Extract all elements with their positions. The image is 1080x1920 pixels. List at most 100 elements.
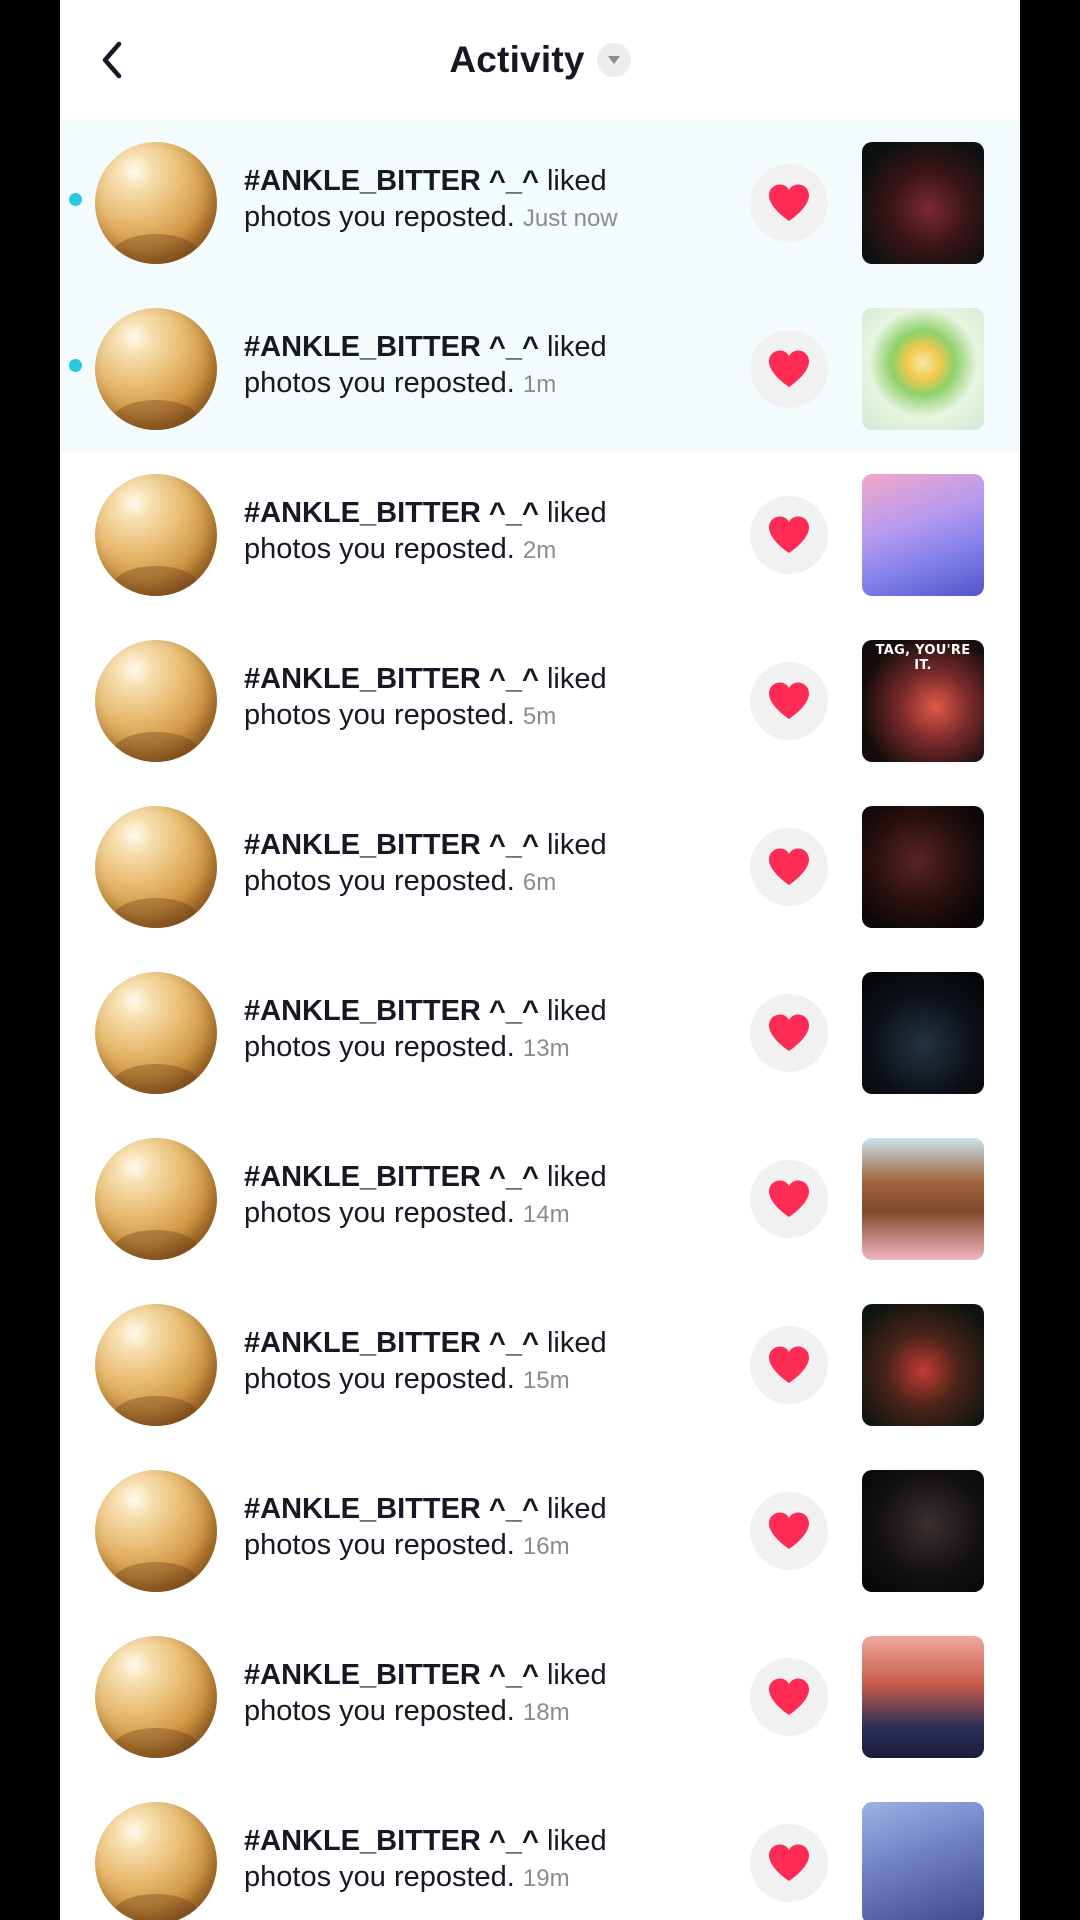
activity-screen: Activity #ANKLE_BITTER ^_^ liked photos …: [60, 0, 1020, 1920]
post-thumbnail[interactable]: [862, 806, 984, 928]
action-text: liked: [546, 829, 607, 861]
activity-filter-dropdown[interactable]: Activity: [449, 39, 631, 81]
message-text: photos you reposted.: [244, 865, 515, 897]
caret-down-icon: [596, 43, 631, 77]
like-button[interactable]: [750, 1658, 828, 1736]
timestamp: Just now: [522, 205, 618, 232]
post-thumbnail[interactable]: TAG, YOU'RE IT.: [862, 640, 984, 762]
notification-row[interactable]: #ANKLE_BITTER ^_^ liked photos you repos…: [60, 1780, 1020, 1920]
heart-icon: [769, 1512, 809, 1549]
notification-text: #ANKLE_BITTER ^_^ liked photos you repos…: [244, 163, 664, 237]
avatar[interactable]: [95, 308, 217, 430]
username[interactable]: #ANKLE_BITTER ^_^: [244, 331, 539, 363]
notification-row[interactable]: #ANKLE_BITTER ^_^ liked photos you repos…: [60, 286, 1020, 452]
avatar[interactable]: [95, 1470, 217, 1592]
message-text: photos you reposted.: [244, 367, 515, 399]
heart-icon: [769, 184, 809, 221]
like-button[interactable]: [750, 330, 828, 408]
like-button[interactable]: [750, 1824, 828, 1902]
like-button[interactable]: [750, 828, 828, 906]
like-button[interactable]: [750, 1160, 828, 1238]
username[interactable]: #ANKLE_BITTER ^_^: [244, 1825, 539, 1857]
message-text: photos you reposted.: [244, 1197, 515, 1229]
timestamp: 16m: [522, 1533, 570, 1560]
username[interactable]: #ANKLE_BITTER ^_^: [244, 1493, 539, 1525]
post-thumbnail[interactable]: [862, 1304, 984, 1426]
notification-row[interactable]: #ANKLE_BITTER ^_^ liked photos you repos…: [60, 1614, 1020, 1780]
action-text: liked: [546, 1659, 607, 1691]
notification-text: #ANKLE_BITTER ^_^ liked photos you repos…: [244, 993, 664, 1067]
username[interactable]: #ANKLE_BITTER ^_^: [244, 1327, 539, 1359]
timestamp: 2m: [522, 537, 557, 564]
timestamp: 13m: [522, 1035, 570, 1062]
post-thumbnail[interactable]: [862, 142, 984, 264]
post-thumbnail[interactable]: [862, 474, 984, 596]
avatar[interactable]: [95, 972, 217, 1094]
notification-text: #ANKLE_BITTER ^_^ liked photos you repos…: [244, 827, 664, 901]
message-text: photos you reposted.: [244, 1363, 515, 1395]
post-thumbnail[interactable]: [862, 308, 984, 430]
notification-row[interactable]: #ANKLE_BITTER ^_^ liked photos you repos…: [60, 1282, 1020, 1448]
like-button[interactable]: [750, 496, 828, 574]
timestamp: 18m: [522, 1699, 570, 1726]
avatar[interactable]: [95, 806, 217, 928]
notification-row[interactable]: #ANKLE_BITTER ^_^ liked photos you repos…: [60, 1448, 1020, 1614]
like-button[interactable]: [750, 994, 828, 1072]
like-button[interactable]: [750, 1326, 828, 1404]
heart-icon: [769, 1346, 809, 1383]
notification-row[interactable]: #ANKLE_BITTER ^_^ liked photos you repos…: [60, 618, 1020, 784]
timestamp: 15m: [522, 1367, 570, 1394]
post-thumbnail[interactable]: [862, 1138, 984, 1260]
avatar[interactable]: [95, 1636, 217, 1758]
avatar[interactable]: [95, 142, 217, 264]
post-thumbnail[interactable]: [862, 1802, 984, 1920]
like-button[interactable]: [750, 662, 828, 740]
username[interactable]: #ANKLE_BITTER ^_^: [244, 497, 539, 529]
action-text: liked: [546, 331, 607, 363]
timestamp: 5m: [522, 703, 557, 730]
notification-text: #ANKLE_BITTER ^_^ liked photos you repos…: [244, 661, 664, 735]
message-text: photos you reposted.: [244, 201, 515, 233]
like-button[interactable]: [750, 164, 828, 242]
username[interactable]: #ANKLE_BITTER ^_^: [244, 165, 539, 197]
avatar[interactable]: [95, 474, 217, 596]
post-thumbnail[interactable]: [862, 1636, 984, 1758]
heart-icon: [769, 350, 809, 387]
avatar[interactable]: [95, 1802, 217, 1920]
action-text: liked: [546, 1493, 607, 1525]
unread-indicator: [69, 359, 82, 372]
timestamp: 6m: [522, 869, 557, 896]
post-thumbnail[interactable]: [862, 1470, 984, 1592]
notification-row[interactable]: #ANKLE_BITTER ^_^ liked photos you repos…: [60, 120, 1020, 286]
thumbnail-caption: TAG, YOU'RE IT.: [875, 643, 971, 673]
message-text: photos you reposted.: [244, 699, 515, 731]
message-text: photos you reposted.: [244, 1031, 515, 1063]
action-text: liked: [546, 663, 607, 695]
message-text: photos you reposted.: [244, 1695, 515, 1727]
back-button[interactable]: [88, 36, 136, 84]
username[interactable]: #ANKLE_BITTER ^_^: [244, 1659, 539, 1691]
action-text: liked: [546, 165, 607, 197]
header: Activity: [60, 0, 1020, 120]
notification-text: #ANKLE_BITTER ^_^ liked photos you repos…: [244, 1823, 664, 1897]
post-thumbnail[interactable]: [862, 972, 984, 1094]
action-text: liked: [546, 1327, 607, 1359]
notification-row[interactable]: #ANKLE_BITTER ^_^ liked photos you repos…: [60, 1116, 1020, 1282]
heart-icon: [769, 516, 809, 553]
notification-row[interactable]: #ANKLE_BITTER ^_^ liked photos you repos…: [60, 950, 1020, 1116]
chevron-left-icon: [102, 41, 122, 79]
notification-row[interactable]: #ANKLE_BITTER ^_^ liked photos you repos…: [60, 452, 1020, 618]
avatar[interactable]: [95, 640, 217, 762]
username[interactable]: #ANKLE_BITTER ^_^: [244, 663, 539, 695]
username[interactable]: #ANKLE_BITTER ^_^: [244, 995, 539, 1027]
avatar[interactable]: [95, 1138, 217, 1260]
notification-list: #ANKLE_BITTER ^_^ liked photos you repos…: [60, 120, 1020, 1920]
username[interactable]: #ANKLE_BITTER ^_^: [244, 1161, 539, 1193]
heart-icon: [769, 1844, 809, 1881]
like-button[interactable]: [750, 1492, 828, 1570]
notification-row[interactable]: #ANKLE_BITTER ^_^ liked photos you repos…: [60, 784, 1020, 950]
avatar[interactable]: [95, 1304, 217, 1426]
message-text: photos you reposted.: [244, 1861, 515, 1893]
timestamp: 19m: [522, 1865, 570, 1892]
username[interactable]: #ANKLE_BITTER ^_^: [244, 829, 539, 861]
